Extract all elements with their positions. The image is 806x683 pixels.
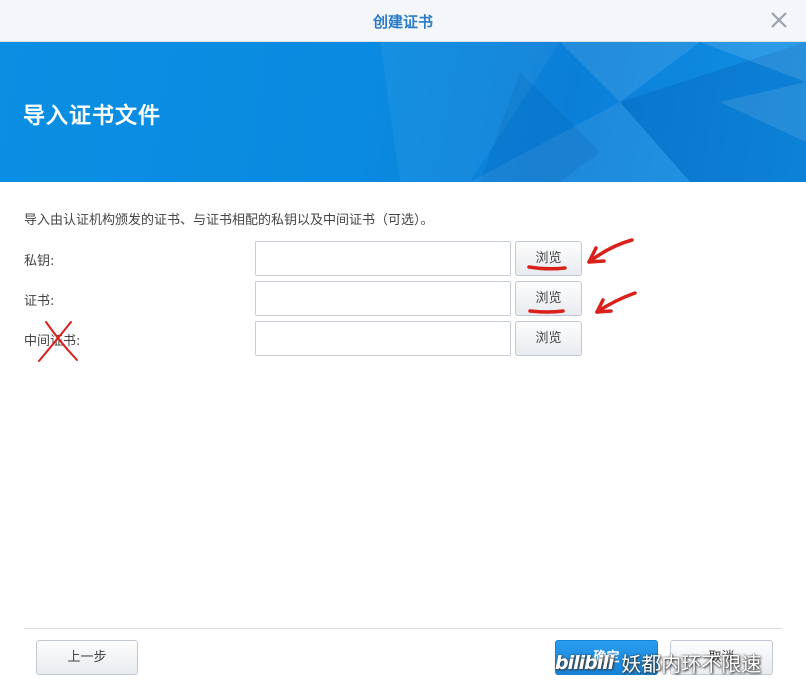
private-key-browse-button[interactable]: 浏览 <box>515 241 582 276</box>
arrow-mark <box>587 238 634 264</box>
cancel-button[interactable]: 取消 <box>670 640 773 675</box>
private-key-input[interactable] <box>255 241 511 276</box>
confirm-button[interactable]: 确定 <box>555 640 658 675</box>
dialog-titlebar: 创建证书 <box>0 0 806 42</box>
intermediate-certificate-browse-button[interactable]: 浏览 <box>515 321 582 356</box>
private-key-label: 私钥: <box>24 254 55 269</box>
footer-divider <box>24 628 782 629</box>
previous-step-button[interactable]: 上一步 <box>36 640 138 675</box>
dialog-title: 创建证书 <box>372 13 433 31</box>
intermediate-certificate-label: 中间证书: <box>24 334 81 349</box>
certificate-browse-button[interactable]: 浏览 <box>515 281 582 316</box>
close-button[interactable] <box>766 7 792 33</box>
intermediate-certificate-input[interactable] <box>255 321 511 356</box>
arrow-mark <box>595 291 637 314</box>
page-heading: 导入证书文件 <box>23 104 162 129</box>
header-banner: 导入证书文件 <box>0 42 806 182</box>
certificate-label: 证书: <box>24 294 55 309</box>
description-text: 导入由认证机构颁发的证书、与证书相配的私钥以及中间证书（可选）。 <box>24 213 434 228</box>
certificate-input[interactable] <box>255 281 511 316</box>
close-icon <box>771 12 787 28</box>
